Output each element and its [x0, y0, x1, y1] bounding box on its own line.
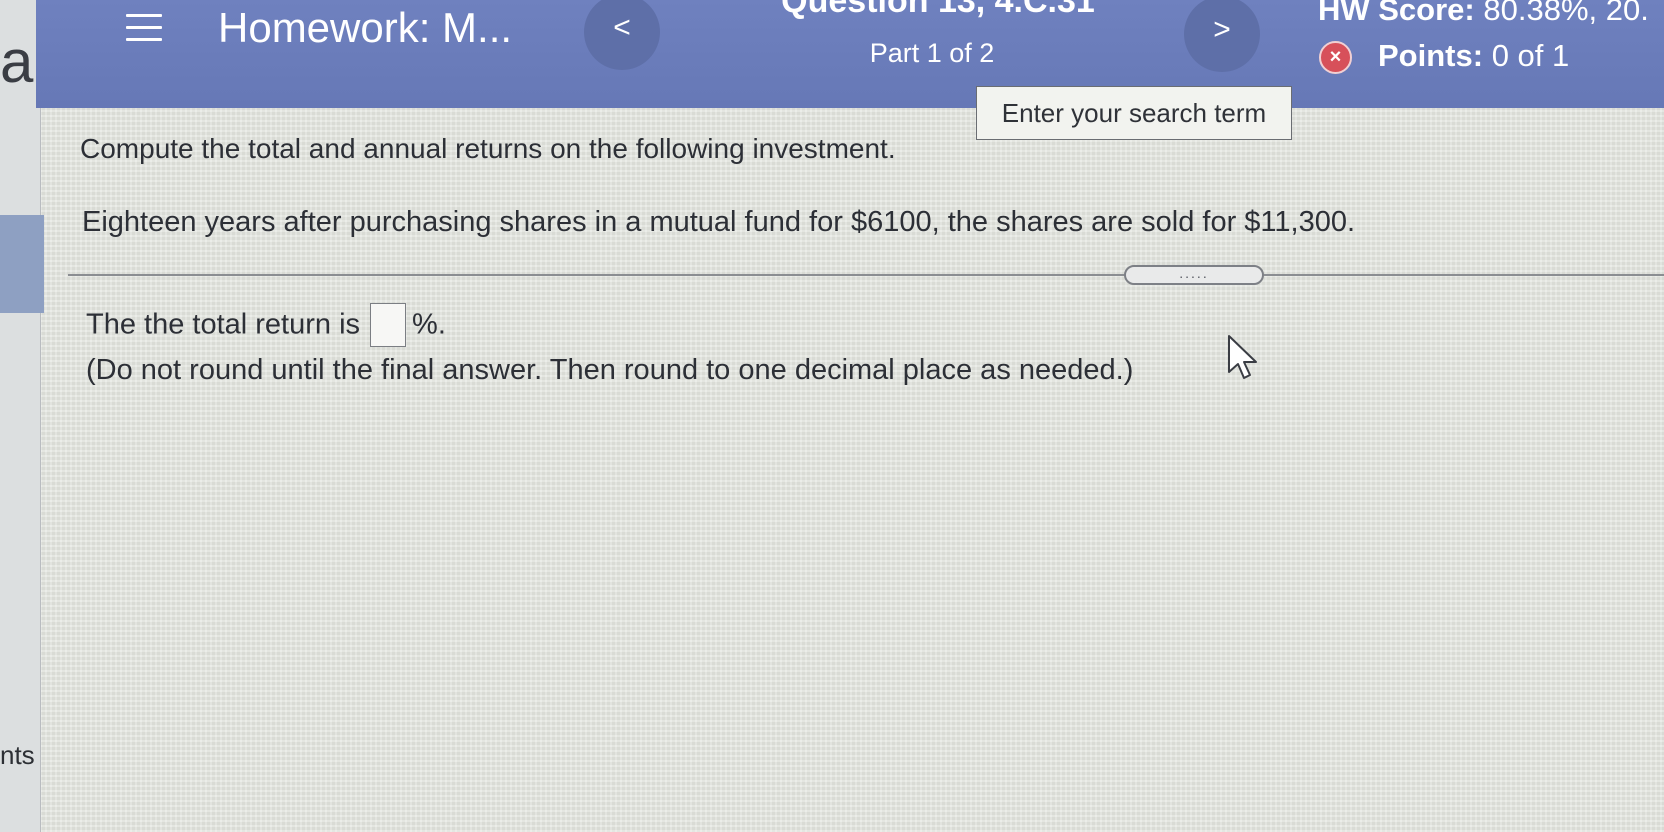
answer-suffix: %. — [412, 308, 446, 341]
question-instruction: Compute the total and annual returns on … — [80, 133, 896, 164]
left-panel-text-fragment: a — [0, 28, 34, 95]
answer-prefix: The the total return is — [86, 308, 361, 341]
left-side-panel: a nts — [0, 0, 44, 832]
answer-line: The the total return is%. — [86, 303, 446, 347]
hw-score: HW Score: 80.38%, 20. — [1318, 0, 1649, 28]
next-question-button[interactable]: > — [1184, 0, 1260, 72]
question-title: Question 13, 4.C.31 — [781, 0, 1095, 20]
hw-score-value: 80.38%, 20. — [1483, 0, 1649, 27]
points-value: 0 of 1 — [1491, 38, 1570, 73]
hamburger-menu-icon[interactable] — [126, 14, 162, 46]
hw-score-label: HW Score: — [1318, 0, 1475, 27]
points-label: Points: — [1378, 38, 1484, 73]
rounding-hint: (Do not round until the final answer. Th… — [86, 354, 1134, 386]
search-input[interactable]: Enter your search term — [976, 86, 1292, 140]
question-header-bar: Homework: M... < Question 13, 4.C.31 Par… — [36, 0, 1664, 108]
left-panel-label-fragment: nts — [0, 740, 35, 770]
points: Points: 0 of 1 — [1378, 38, 1569, 74]
previous-question-button[interactable]: < — [584, 0, 660, 70]
homework-title[interactable]: Homework: M... — [218, 4, 512, 52]
screen: a nts Homework: M... < Question 13, 4.C.… — [0, 0, 1664, 832]
question-part: Part 1 of 2 — [869, 38, 995, 68]
incorrect-x-icon: × — [1319, 41, 1352, 74]
section-divider — [68, 274, 1664, 276]
left-panel-selected-item[interactable] — [0, 215, 44, 313]
total-return-input[interactable] — [370, 303, 407, 347]
question-problem-text: Eighteen years after purchasing shares i… — [82, 206, 1356, 238]
mouse-pointer-icon — [1228, 335, 1257, 379]
expand-handle[interactable]: ..... — [1124, 265, 1264, 285]
